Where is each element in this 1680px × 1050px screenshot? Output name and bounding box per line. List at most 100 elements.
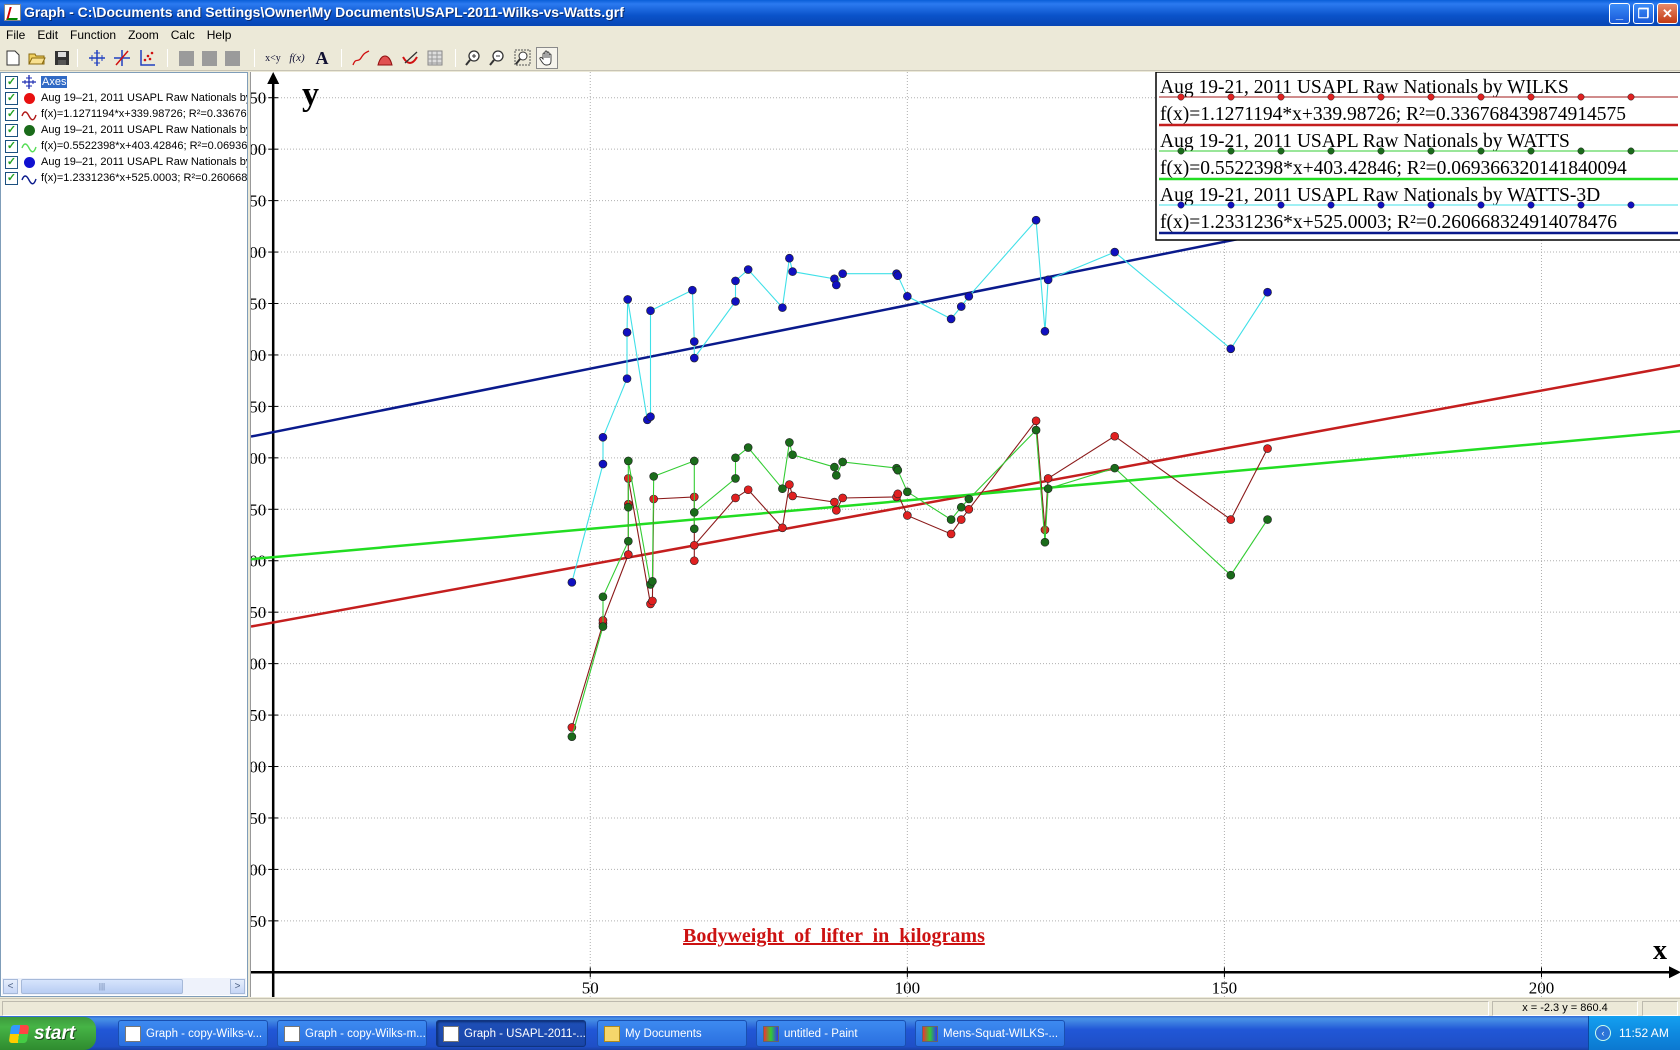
y-tick-label: 650 bbox=[251, 295, 266, 314]
list-item-watts-points[interactable]: ✓ Aug 19–21, 2011 USAPL Raw Nationals by… bbox=[5, 122, 247, 138]
list-item-wilks-trendline[interactable]: ✓ f(x)=1.1271194*x+339.98726; R²=0.33676… bbox=[5, 106, 247, 122]
menu-help[interactable]: Help bbox=[201, 26, 238, 45]
menu-edit[interactable]: Edit bbox=[31, 26, 64, 45]
data-point bbox=[624, 502, 633, 512]
list-item-watts3d-points[interactable]: ✓ Aug 19–21, 2011 USAPL Raw Nationals by… bbox=[5, 154, 247, 170]
legend-marker bbox=[1427, 201, 1435, 209]
visibility-checkbox[interactable]: ✓ bbox=[5, 107, 18, 121]
data-point bbox=[743, 485, 753, 495]
insert-text-button[interactable]: A bbox=[311, 47, 333, 69]
clock: 11:52 AM bbox=[1619, 1026, 1669, 1040]
y-tick-label: 600 bbox=[251, 346, 266, 365]
table-icon[interactable] bbox=[424, 47, 446, 69]
visibility-checkbox[interactable]: ✓ bbox=[5, 91, 18, 105]
data-point bbox=[731, 297, 740, 306]
hand-pan-icon[interactable] bbox=[536, 47, 558, 69]
taskbar-item[interactable]: Mens-Squat-WILKS-... bbox=[915, 1020, 1065, 1047]
taskbar-item[interactable]: Graph - copy-Wilks-v... bbox=[118, 1020, 268, 1047]
axes-icon bbox=[21, 75, 37, 89]
data-point bbox=[649, 472, 658, 481]
data-point bbox=[1031, 416, 1041, 426]
data-point bbox=[743, 265, 753, 274]
legend-marker bbox=[1477, 93, 1485, 101]
data-point bbox=[832, 280, 841, 290]
data-point bbox=[946, 314, 956, 324]
horizontal-scrollbar[interactable]: < ||| > bbox=[2, 978, 246, 995]
data-point bbox=[567, 578, 577, 587]
y-tick-label: 350 bbox=[251, 603, 266, 622]
data-point bbox=[778, 523, 787, 533]
scroll-right-arrow-icon[interactable]: > bbox=[230, 979, 245, 994]
zoom-square-icon[interactable] bbox=[511, 47, 533, 69]
blue-point-series-icon bbox=[21, 155, 37, 169]
data-point bbox=[946, 515, 956, 524]
legend-marker bbox=[1227, 147, 1235, 155]
list-item-watts3d-trendline[interactable]: ✓ f(x)=1.2331236*x+525.0003; R²=0.260668… bbox=[5, 170, 247, 186]
taskbar-item[interactable]: untitled - Paint bbox=[756, 1020, 906, 1047]
menu-calc[interactable]: Calc bbox=[165, 26, 201, 45]
visibility-checkbox[interactable]: ✓ bbox=[5, 75, 18, 89]
legend-marker bbox=[1277, 147, 1285, 155]
minimize-button[interactable]: _ bbox=[1609, 3, 1630, 24]
start-button[interactable]: start bbox=[0, 1017, 96, 1050]
zoom-in-icon[interactable] bbox=[462, 47, 484, 69]
paint-icon bbox=[763, 1025, 779, 1042]
new-file-icon[interactable] bbox=[2, 47, 24, 69]
toolbar: x<y f(x) A bbox=[0, 45, 1680, 71]
data-point bbox=[964, 292, 974, 301]
list-item-label: Aug 19–21, 2011 USAPL Raw Nationals by W… bbox=[41, 92, 247, 104]
legend-marker bbox=[1427, 93, 1435, 101]
scroll-thumb[interactable]: ||| bbox=[21, 979, 183, 994]
data-point bbox=[731, 453, 740, 463]
data-point bbox=[1040, 326, 1050, 336]
data-point bbox=[1263, 287, 1272, 297]
data-point bbox=[838, 457, 847, 467]
legend-marker bbox=[1577, 93, 1585, 101]
legend-marker bbox=[1327, 93, 1335, 101]
zoom-out-icon[interactable] bbox=[486, 47, 508, 69]
data-point bbox=[1226, 570, 1236, 580]
list-item-watts-trendline[interactable]: ✓ f(x)=0.5522398*x+403.42846; R²=0.06936… bbox=[5, 138, 247, 154]
visibility-checkbox[interactable]: ✓ bbox=[5, 155, 18, 169]
menu-file[interactable]: File bbox=[0, 26, 31, 45]
data-point bbox=[1040, 525, 1050, 535]
scroll-left-arrow-icon[interactable]: < bbox=[3, 979, 18, 994]
data-point bbox=[598, 622, 608, 631]
list-item-wilks-points[interactable]: ✓ Aug 19–21, 2011 USAPL Raw Nationals by… bbox=[5, 90, 247, 106]
visibility-checkbox[interactable]: ✓ bbox=[5, 123, 18, 137]
fx-label-button[interactable]: f(x) bbox=[286, 47, 308, 69]
save-disk-icon[interactable] bbox=[51, 47, 73, 69]
legend-marker bbox=[1177, 201, 1185, 209]
menu-zoom[interactable]: Zoom bbox=[122, 26, 165, 45]
visibility-checkbox[interactable]: ✓ bbox=[5, 139, 18, 153]
data-point bbox=[1031, 425, 1041, 435]
taskbar-item-label: My Documents bbox=[625, 1027, 702, 1040]
taskbar-item[interactable]: Graph - copy-Wilks-m... bbox=[277, 1020, 427, 1047]
series-connector-line bbox=[571, 218, 1268, 583]
visibility-checkbox[interactable]: ✓ bbox=[5, 171, 18, 185]
taskbar-item[interactable]: My Documents bbox=[597, 1020, 747, 1047]
close-button[interactable]: ✕ bbox=[1657, 3, 1678, 24]
disabled-button bbox=[179, 51, 194, 66]
insert-function-icon[interactable] bbox=[111, 47, 133, 69]
maximize-button[interactable]: ❐ bbox=[1633, 3, 1654, 24]
xy-label-button[interactable]: x<y bbox=[262, 47, 284, 69]
list-item-axes[interactable]: ✓ Axes bbox=[5, 74, 247, 90]
tray-expand-icon[interactable]: ‹ bbox=[1595, 1025, 1611, 1041]
graph-plot-area[interactable]: 50 100 150 200 50 100 150 200 250 300 350 400 450 500… bbox=[250, 72, 1680, 997]
data-point bbox=[598, 432, 608, 442]
insert-point-series-icon[interactable] bbox=[136, 47, 158, 69]
data-point bbox=[838, 493, 847, 503]
shading-icon[interactable] bbox=[374, 47, 396, 69]
data-point bbox=[598, 459, 608, 469]
y-tick-label: 50 bbox=[251, 912, 266, 931]
taskbar-item-label: Graph - copy-Wilks-v... bbox=[146, 1027, 263, 1040]
data-point bbox=[788, 491, 797, 501]
menu-function[interactable]: Function bbox=[64, 26, 122, 45]
axes-icon[interactable] bbox=[86, 47, 108, 69]
taskbar-item-active[interactable]: Graph - USAPL-2011-... bbox=[436, 1020, 586, 1047]
trendline-icon[interactable] bbox=[350, 47, 372, 69]
open-folder-icon[interactable] bbox=[26, 47, 48, 69]
chart-svg[interactable]: 50 100 150 200 50 100 150 200 250 300 350 400 450 500… bbox=[251, 72, 1680, 997]
tangent-icon[interactable] bbox=[399, 47, 421, 69]
